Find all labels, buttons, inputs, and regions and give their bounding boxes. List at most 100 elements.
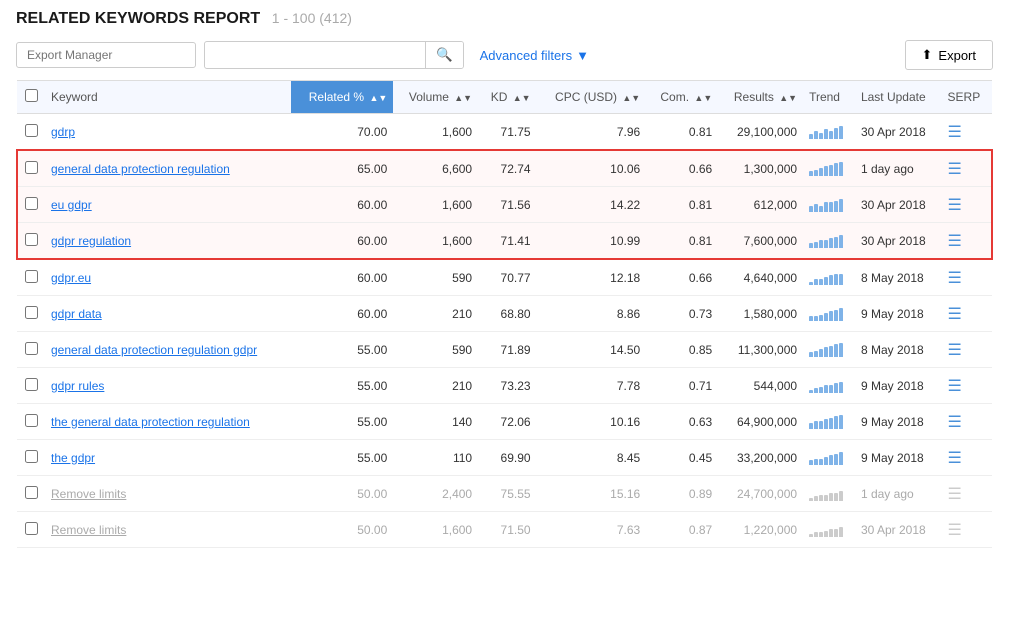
cell-results: 24,700,000 <box>718 476 803 512</box>
cell-volume: 6,600 <box>393 150 478 187</box>
cell-kd: 68.80 <box>478 296 536 332</box>
row-checkbox[interactable] <box>25 414 38 427</box>
row-checkbox[interactable] <box>25 486 38 499</box>
cell-kd: 71.50 <box>478 512 536 548</box>
search-button[interactable]: 🔍 <box>425 42 463 68</box>
serp-icon[interactable]: ☰ <box>948 414 962 431</box>
cell-serp[interactable]: ☰ <box>942 114 992 151</box>
serp-icon[interactable]: ☰ <box>948 270 962 287</box>
cell-lastupdate: 9 May 2018 <box>855 296 942 332</box>
keyword-link[interactable]: eu gdpr <box>51 198 92 212</box>
cell-kd: 73.23 <box>478 368 536 404</box>
keyword-link[interactable]: general data protection regulation gdpr <box>51 343 257 357</box>
serp-icon[interactable]: ☰ <box>948 233 962 250</box>
cell-results: 4,640,000 <box>718 259 803 296</box>
row-checkbox[interactable] <box>25 197 38 210</box>
row-checkbox[interactable] <box>25 450 38 463</box>
cell-serp[interactable]: ☰ <box>942 223 992 260</box>
cell-volume: 2,400 <box>393 476 478 512</box>
cell-lastupdate: 1 day ago <box>855 476 942 512</box>
serp-icon[interactable]: ☰ <box>948 378 962 395</box>
cell-serp[interactable]: ☰ <box>942 150 992 187</box>
cell-serp[interactable]: ☰ <box>942 476 992 512</box>
row-checkbox[interactable] <box>25 342 38 355</box>
cell-serp[interactable]: ☰ <box>942 296 992 332</box>
serp-icon[interactable]: ☰ <box>948 306 962 323</box>
advanced-filters-label: Advanced filters <box>480 48 573 63</box>
cell-trend <box>803 223 855 260</box>
cell-cpc: 8.86 <box>537 296 647 332</box>
table-row: gdpr regulation60.001,60071.4110.990.817… <box>17 223 992 260</box>
row-checkbox[interactable] <box>25 233 38 246</box>
row-checkbox[interactable] <box>25 306 38 319</box>
cell-serp[interactable]: ☰ <box>942 368 992 404</box>
cell-cpc: 10.06 <box>537 150 647 187</box>
cell-results: 29,100,000 <box>718 114 803 151</box>
keyword-link[interactable]: gdpr rules <box>51 379 104 393</box>
col-results[interactable]: Results ▲▼ <box>718 81 803 114</box>
col-com[interactable]: Com. ▲▼ <box>646 81 718 114</box>
cell-serp[interactable]: ☰ <box>942 440 992 476</box>
serp-icon[interactable]: ☰ <box>948 124 962 141</box>
col-trend: Trend <box>803 81 855 114</box>
cell-lastupdate: 8 May 2018 <box>855 259 942 296</box>
cell-kd: 72.74 <box>478 150 536 187</box>
col-keyword[interactable]: Keyword <box>45 81 291 114</box>
row-checkbox[interactable] <box>25 522 38 535</box>
row-checkbox[interactable] <box>25 161 38 174</box>
keyword-link[interactable]: Remove limits <box>51 523 126 537</box>
col-cpc[interactable]: CPC (USD) ▲▼ <box>537 81 647 114</box>
cell-kd: 75.55 <box>478 476 536 512</box>
row-checkbox[interactable] <box>25 270 38 283</box>
cell-com: 0.81 <box>646 223 718 260</box>
keyword-link[interactable]: gdpr.eu <box>51 271 91 285</box>
keyword-link[interactable]: the gdpr <box>51 451 95 465</box>
cell-volume: 1,600 <box>393 223 478 260</box>
export-manager-input[interactable] <box>16 42 196 68</box>
cell-kd: 71.75 <box>478 114 536 151</box>
keyword-link[interactable]: general data protection regulation <box>51 162 230 176</box>
keyword-link[interactable]: the general data protection regulation <box>51 415 250 429</box>
cell-results: 544,000 <box>718 368 803 404</box>
table-row: general data protection regulation gdpr5… <box>17 332 992 368</box>
cell-lastupdate: 9 May 2018 <box>855 404 942 440</box>
cell-trend <box>803 114 855 151</box>
keyword-link[interactable]: Remove limits <box>51 487 126 501</box>
cell-volume: 110 <box>393 440 478 476</box>
select-all-checkbox[interactable] <box>25 89 38 102</box>
cell-serp[interactable]: ☰ <box>942 259 992 296</box>
cell-related: 50.00 <box>291 512 393 548</box>
keyword-link[interactable]: gdpr data <box>51 307 102 321</box>
select-all-header[interactable] <box>17 81 45 114</box>
export-button[interactable]: ⬆ Export <box>905 40 993 70</box>
cell-serp[interactable]: ☰ <box>942 512 992 548</box>
col-kd[interactable]: KD ▲▼ <box>478 81 536 114</box>
cell-com: 0.63 <box>646 404 718 440</box>
serp-icon[interactable]: ☰ <box>948 342 962 359</box>
cell-related: 60.00 <box>291 296 393 332</box>
cell-serp[interactable]: ☰ <box>942 404 992 440</box>
row-checkbox[interactable] <box>25 124 38 137</box>
cell-serp[interactable]: ☰ <box>942 187 992 223</box>
cell-results: 1,220,000 <box>718 512 803 548</box>
serp-icon[interactable]: ☰ <box>948 161 962 178</box>
col-related[interactable]: Related % ▲▼ <box>291 81 393 114</box>
advanced-filters-link[interactable]: Advanced filters ▼ <box>480 48 589 63</box>
cell-lastupdate: 30 Apr 2018 <box>855 223 942 260</box>
table-row: the gdpr55.0011069.908.450.4533,200,0009… <box>17 440 992 476</box>
serp-icon[interactable]: ☰ <box>948 486 962 503</box>
cell-com: 0.81 <box>646 114 718 151</box>
cell-related: 55.00 <box>291 404 393 440</box>
keyword-link[interactable]: gdrp <box>51 125 75 139</box>
serp-icon[interactable]: ☰ <box>948 522 962 539</box>
search-input[interactable] <box>205 43 425 67</box>
keyword-link[interactable]: gdpr regulation <box>51 234 131 248</box>
cell-lastupdate: 1 day ago <box>855 150 942 187</box>
cell-serp[interactable]: ☰ <box>942 332 992 368</box>
col-lastupdate: Last Update <box>855 81 942 114</box>
serp-icon[interactable]: ☰ <box>948 197 962 214</box>
row-checkbox[interactable] <box>25 378 38 391</box>
col-volume[interactable]: Volume ▲▼ <box>393 81 478 114</box>
table-row: gdpr data60.0021068.808.860.731,580,0009… <box>17 296 992 332</box>
serp-icon[interactable]: ☰ <box>948 450 962 467</box>
